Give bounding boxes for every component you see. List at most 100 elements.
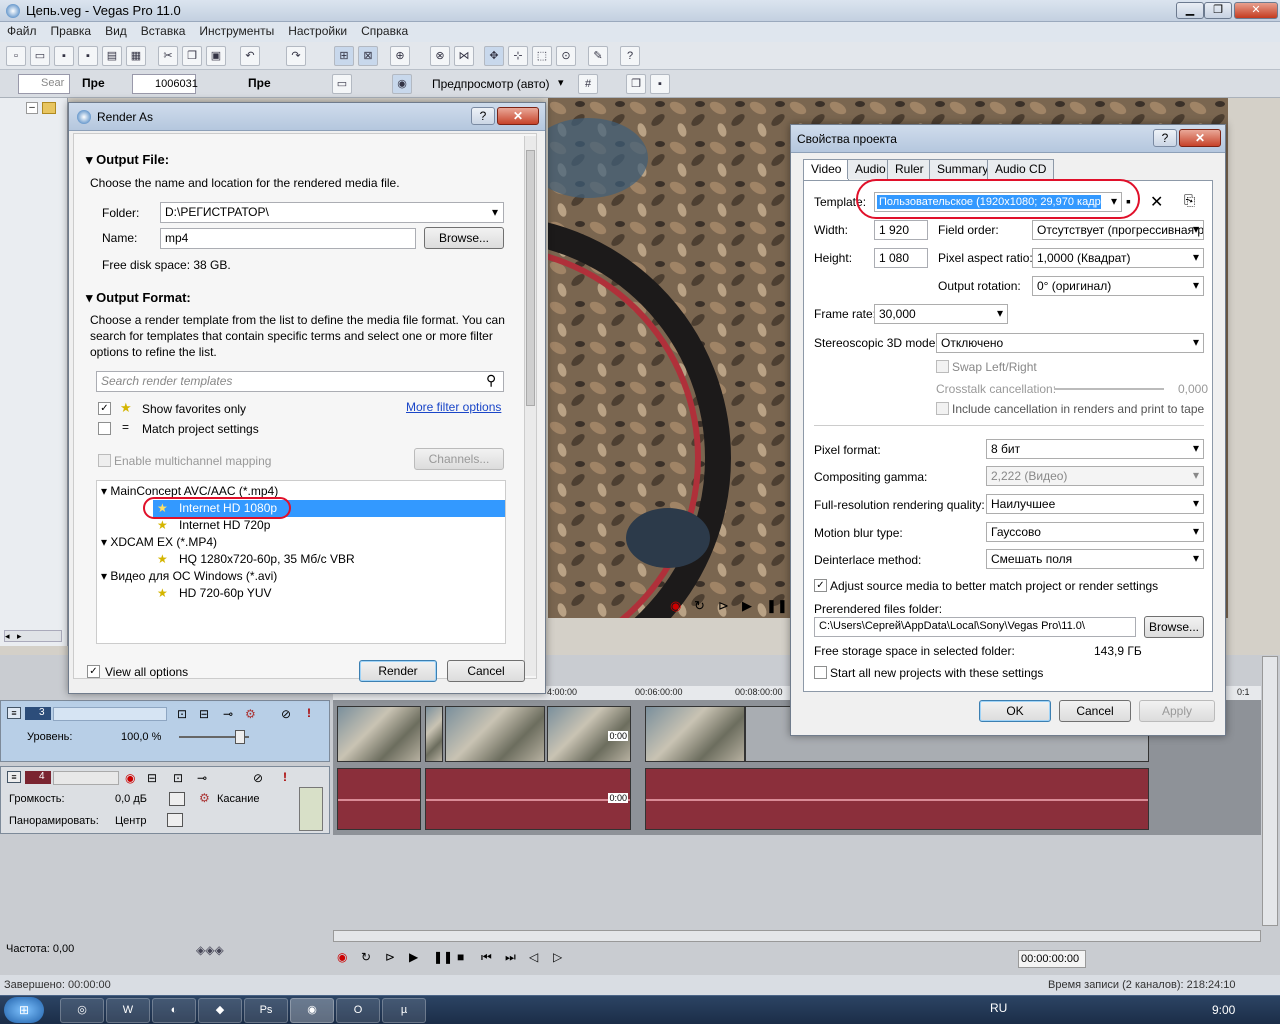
output-file-header[interactable]: ▾ Output File: (86, 152, 169, 168)
preview-mode-chevron-icon[interactable]: ▾ (558, 76, 564, 89)
play-icon[interactable]: ▶ (409, 950, 418, 964)
solo-icon[interactable]: ! (283, 770, 287, 784)
browse-button[interactable]: Browse... (424, 227, 504, 249)
track-input-icon[interactable]: ⊡ (173, 771, 183, 785)
prerendered-folder-input[interactable]: C:\Users\Сергей\AppData\Local\Sony\Vegas… (814, 617, 1136, 637)
track-fx-icon[interactable]: ⊟ (147, 771, 157, 785)
copy-icon[interactable]: ❐ (182, 46, 202, 66)
zoom-tool-icon[interactable]: ⊙ (556, 46, 576, 66)
channels-button[interactable]: Channels... (414, 448, 504, 470)
delete-template-icon[interactable]: ✕ (1150, 192, 1163, 212)
video-track-header[interactable]: ≡ 3 ⊡ ⊟ ⊸ ⚙ ⊘ ! Уровень: 100,0 % (0, 700, 330, 762)
loop-icon[interactable]: ↻ (694, 598, 705, 614)
tab-video[interactable]: Video (803, 159, 850, 181)
word-taskbar-icon[interactable]: W (106, 998, 150, 1023)
cursor-time-field[interactable]: 00:00:00:00 (1018, 950, 1086, 968)
cancel-button[interactable]: Cancel (1059, 700, 1131, 722)
audio-clip[interactable] (337, 768, 421, 830)
template-item[interactable]: HQ 1280x720-60p, 35 Мб/с VBR (179, 552, 355, 566)
width-input[interactable]: 1 920 (874, 220, 928, 240)
name-input[interactable]: mp4 (160, 228, 416, 249)
menu-insert[interactable]: Вставка (134, 22, 193, 40)
automation-mode-dropdown[interactable]: Касание (217, 793, 259, 805)
volume-slider-thumb[interactable] (169, 792, 185, 806)
preview-mode-dropdown[interactable]: Предпросмотр (авто) (432, 77, 550, 91)
loop-icon[interactable]: ↻ (361, 950, 371, 964)
vegas-taskbar-icon[interactable]: ◉ (290, 998, 334, 1023)
minimize-button[interactable]: ▁ (1176, 2, 1204, 19)
template-internet-hd-720p[interactable]: Internet HD 720p (179, 518, 270, 532)
overlays-icon[interactable]: # (578, 74, 598, 94)
undo-icon[interactable]: ↶ (240, 46, 260, 66)
ignore-grouping-icon[interactable]: ⊗ (430, 46, 450, 66)
track-output-icon[interactable]: ⊸ (197, 771, 207, 785)
start-all-projects-checkbox[interactable] (814, 666, 827, 679)
menu-view[interactable]: Вид (98, 22, 134, 40)
tab-audio-cd[interactable]: Audio CD (987, 159, 1055, 179)
next-frame-icon[interactable]: ▷ (553, 950, 562, 964)
swap-left-right-checkbox[interactable] (936, 360, 949, 373)
auto-ripple-icon[interactable]: ⊠ (358, 46, 378, 66)
audio-clip[interactable] (645, 768, 1149, 830)
help-button[interactable]: ? (471, 107, 495, 125)
dialog-vscrollbar[interactable] (524, 136, 536, 676)
output-rotation-dropdown[interactable]: 0° (оригинал) (1032, 276, 1204, 296)
compositing-gamma-dropdown[interactable]: 2,222 (Видео) (986, 466, 1204, 486)
timeline-hscrollbar[interactable] (333, 930, 1261, 942)
record-icon[interactable]: ◉ (337, 950, 347, 964)
tab-ruler[interactable]: Ruler (887, 159, 932, 179)
explorer-hscrollbar[interactable]: ◂ ▸ (4, 630, 62, 642)
opera-taskbar-icon[interactable]: O (336, 998, 380, 1023)
go-to-start-icon[interactable]: ⏮ (481, 950, 492, 965)
tree-expander-icon[interactable]: – (26, 102, 38, 114)
show-favorites-checkbox[interactable]: ✓ (98, 402, 111, 415)
copy-snapshot-icon[interactable]: ❐ (626, 74, 646, 94)
view-all-options-checkbox[interactable]: ✓ (87, 665, 100, 678)
lock-envelopes-icon[interactable]: ⊕ (390, 46, 410, 66)
audio-track-header[interactable]: ≡ 4 ◉ ⊟ ⊡ ⊸ ⊘ ! Громкость: 0,0 дБ ⚙ Каса… (0, 766, 330, 834)
include-cancellation-checkbox[interactable] (936, 402, 949, 415)
pixel-aspect-dropdown[interactable]: 1,0000 (Квадрат) (1032, 248, 1204, 268)
track-settings-gear-icon[interactable]: ⚙ (245, 707, 256, 721)
menu-edit[interactable]: Правка (44, 22, 99, 40)
save-template-icon[interactable]: ▪ (1126, 193, 1131, 209)
maximize-button[interactable]: ❐ (1204, 2, 1232, 19)
explorer-folder-field[interactable]: 1006031 (132, 74, 198, 94)
menu-options[interactable]: Настройки (281, 22, 354, 40)
preview-settings-icon[interactable]: ▭ (332, 74, 352, 94)
pause-icon[interactable]: ❚❚ (766, 598, 788, 614)
multichannel-checkbox[interactable] (98, 454, 111, 467)
search-icon[interactable]: ⚲ (486, 372, 496, 389)
redo-icon[interactable]: ↷ (286, 46, 306, 66)
tree-group[interactable]: ▾ Видео для ОС Windows (*.avi) (101, 569, 277, 583)
help-button[interactable]: ? (1153, 129, 1177, 147)
video-clip[interactable] (425, 706, 443, 762)
selection-tool-icon[interactable]: ⬚ (532, 46, 552, 66)
deinterlace-dropdown[interactable]: Смешать поля (986, 549, 1204, 569)
render-quality-dropdown[interactable]: Наилучшее (986, 494, 1204, 514)
video-clip[interactable] (645, 706, 745, 762)
ok-button[interactable]: OK (979, 700, 1051, 722)
mute-icon[interactable]: ⊘ (281, 707, 291, 721)
template-item[interactable]: HD 720-60p YUV (179, 586, 272, 600)
rate-slider-icon[interactable]: ◈◈◈ (196, 943, 224, 957)
close-button[interactable]: ✕ (1234, 2, 1278, 19)
play-from-start-icon[interactable]: ⊳ (385, 950, 395, 964)
audio-clip[interactable]: 0:00 (425, 768, 631, 830)
search-templates-input[interactable]: Search render templates (96, 371, 504, 392)
save-icon[interactable]: ▪ (54, 46, 74, 66)
adjust-source-checkbox[interactable]: ✓ (814, 579, 827, 592)
menu-file[interactable]: Файл (0, 22, 44, 40)
timeline-vscrollbar[interactable] (1262, 656, 1278, 926)
record-icon[interactable]: ◉ (670, 598, 681, 614)
solo-icon[interactable]: ! (307, 706, 311, 720)
menu-help[interactable]: Справка (354, 22, 415, 40)
video-clip[interactable]: 0:00 (547, 706, 631, 762)
language-indicator[interactable]: RU (990, 1001, 1007, 1015)
save-snapshot-icon[interactable]: ▪ (650, 74, 670, 94)
field-order-dropdown[interactable]: Отсутствует (прогрессивная р (1032, 220, 1204, 240)
paste-icon[interactable]: ▣ (206, 46, 226, 66)
torrent-taskbar-icon[interactable]: µ (382, 998, 426, 1023)
track-name-field[interactable] (53, 771, 119, 785)
play-icon[interactable]: ▶ (742, 598, 752, 614)
